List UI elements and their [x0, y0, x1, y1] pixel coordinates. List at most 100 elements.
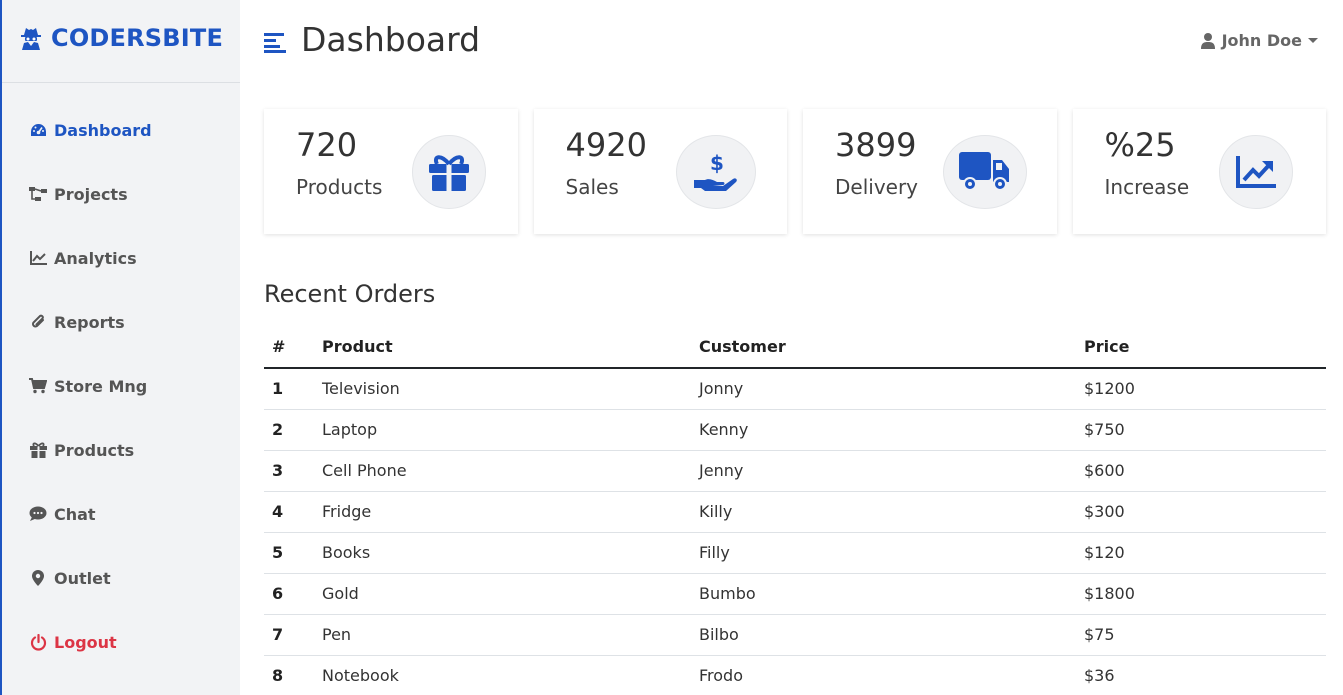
- table-cell: $75: [1076, 614, 1326, 656]
- sidebar-item-label: Dashboard: [54, 120, 152, 140]
- table-row[interactable]: 5 Books Filly $120: [264, 532, 1326, 574]
- table-cell: 2: [264, 409, 314, 451]
- table-header-row: # Product Customer Price: [264, 326, 1326, 369]
- sidebar-item-label: Outlet: [54, 568, 111, 588]
- stat-value: 4920: [565, 126, 647, 164]
- column-header[interactable]: Product: [314, 326, 691, 369]
- table-row[interactable]: 6 Gold Bumbo $1800: [264, 573, 1326, 615]
- table-cell: 6: [264, 573, 314, 615]
- user-icon: [1200, 32, 1215, 49]
- sidebar-item-products[interactable]: Products: [2, 418, 240, 482]
- table-row[interactable]: 2 Laptop Kenny $750: [264, 409, 1326, 451]
- stat-card-sales: 4920 Sales $: [533, 109, 787, 234]
- sidebar-item-logout[interactable]: Logout: [2, 610, 240, 674]
- truck-icon: [943, 135, 1027, 209]
- sidebar-item-projects[interactable]: Projects: [2, 162, 240, 226]
- sidebar-nav: Dashboard Projects Analytics Reports Sto…: [2, 83, 240, 674]
- table-row[interactable]: 4 Fridge Killy $300: [264, 491, 1326, 533]
- sitemap-icon: [29, 186, 47, 202]
- sidebar-item-label: Products: [54, 440, 135, 460]
- table-row[interactable]: 3 Cell Phone Jenny $600: [264, 450, 1326, 492]
- table-cell: Bumbo: [691, 573, 1076, 615]
- sidebar-item-store-mng[interactable]: Store Mng: [2, 354, 240, 418]
- table-row[interactable]: 8 Notebook Frodo $36: [264, 655, 1326, 695]
- table-cell: Gold: [314, 573, 691, 615]
- stat-label: Increase: [1104, 175, 1190, 199]
- paperclip-icon: [29, 314, 47, 330]
- table-cell: Books: [314, 532, 691, 574]
- stat-value: 720: [296, 126, 358, 164]
- table-cell: $36: [1076, 655, 1326, 695]
- page-title: Dashboard: [301, 20, 481, 59]
- svg-text:$: $: [710, 151, 724, 175]
- stat-value: 3899: [835, 126, 917, 164]
- table-cell: 8: [264, 655, 314, 695]
- sidebar-item-reports[interactable]: Reports: [2, 290, 240, 354]
- sidebar-item-label: Chat: [54, 504, 96, 524]
- map-marker-icon: [29, 570, 47, 586]
- table-cell: $120: [1076, 532, 1326, 574]
- table-cell: Television: [314, 368, 691, 410]
- table-cell: Frodo: [691, 655, 1076, 695]
- column-header[interactable]: #: [264, 326, 314, 369]
- stat-label: Products: [296, 175, 383, 199]
- table-cell: Notebook: [314, 655, 691, 695]
- table-cell: Killy: [691, 491, 1076, 533]
- gauge-icon: [29, 122, 47, 138]
- gift-icon: [412, 135, 486, 209]
- table-cell: 5: [264, 532, 314, 574]
- brand[interactable]: CODERSBITE: [2, 0, 240, 83]
- sidebar-item-outlet[interactable]: Outlet: [2, 546, 240, 610]
- sidebar-item-label: Reports: [54, 312, 125, 332]
- gift-icon: [29, 442, 47, 458]
- stat-label: Delivery: [835, 175, 919, 199]
- table-cell: 7: [264, 614, 314, 656]
- stat-value: %25: [1104, 126, 1176, 164]
- table-cell: Cell Phone: [314, 450, 691, 492]
- sidebar: CODERSBITE Dashboard Projects Analytics …: [0, 0, 240, 695]
- table-row[interactable]: 1 Television Jonny $1200: [264, 368, 1326, 410]
- table-cell: Fridge: [314, 491, 691, 533]
- column-header[interactable]: Customer: [691, 326, 1076, 369]
- sidebar-item-chat[interactable]: Chat: [2, 482, 240, 546]
- chart-line-icon: [29, 250, 47, 266]
- table-cell: $1200: [1076, 368, 1326, 410]
- column-header[interactable]: Price: [1076, 326, 1326, 369]
- stat-cards: 720 Products 4920 Sales $ 3899 Delivery …: [264, 109, 1326, 234]
- table-cell: Jenny: [691, 450, 1076, 492]
- user-secret-icon: [20, 25, 44, 51]
- chevron-down-icon: [1308, 38, 1318, 43]
- brand-name: CODERSBITE: [51, 24, 224, 52]
- menu-toggle-icon[interactable]: [264, 31, 286, 53]
- table-cell: Laptop: [314, 409, 691, 451]
- power-icon: [29, 633, 47, 651]
- sidebar-item-label: Analytics: [54, 248, 137, 268]
- table-cell: $1800: [1076, 573, 1326, 615]
- table-cell: 3: [264, 450, 314, 492]
- table-cell: 1: [264, 368, 314, 410]
- table-cell: Pen: [314, 614, 691, 656]
- cart-icon: [29, 378, 47, 394]
- table-cell: 4: [264, 491, 314, 533]
- table-cell: $600: [1076, 450, 1326, 492]
- table-cell: Bilbo: [691, 614, 1076, 656]
- table-cell: $300: [1076, 491, 1326, 533]
- stat-card-delivery: 3899 Delivery: [803, 109, 1057, 234]
- table-row[interactable]: 7 Pen Bilbo $75: [264, 614, 1326, 656]
- sidebar-item-label: Logout: [54, 632, 117, 652]
- table-cell: $750: [1076, 409, 1326, 451]
- sidebar-item-analytics[interactable]: Analytics: [2, 226, 240, 290]
- sidebar-item-label: Projects: [54, 184, 128, 204]
- table-cell: Filly: [691, 532, 1076, 574]
- table-cell: Jonny: [691, 368, 1076, 410]
- stat-label: Sales: [565, 175, 619, 199]
- orders-table: # Product Customer Price 1 Television Jonn…: [264, 326, 1326, 695]
- orders-table-container: # Product Customer Price 1 Television Jonn…: [264, 326, 1326, 695]
- orders-table-body: 1 Television Jonny $1200 2 Laptop Kenny $750 3 Ce…: [264, 368, 1326, 695]
- chart-increase-icon: [1218, 135, 1293, 209]
- user-menu[interactable]: John Doe: [1200, 31, 1318, 50]
- sidebar-item-label: Store Mng: [54, 376, 148, 396]
- topbar: Dashboard John Doe: [240, 0, 1343, 85]
- sidebar-item-dashboard[interactable]: Dashboard: [2, 98, 240, 162]
- recent-orders-title: Recent Orders: [264, 280, 436, 308]
